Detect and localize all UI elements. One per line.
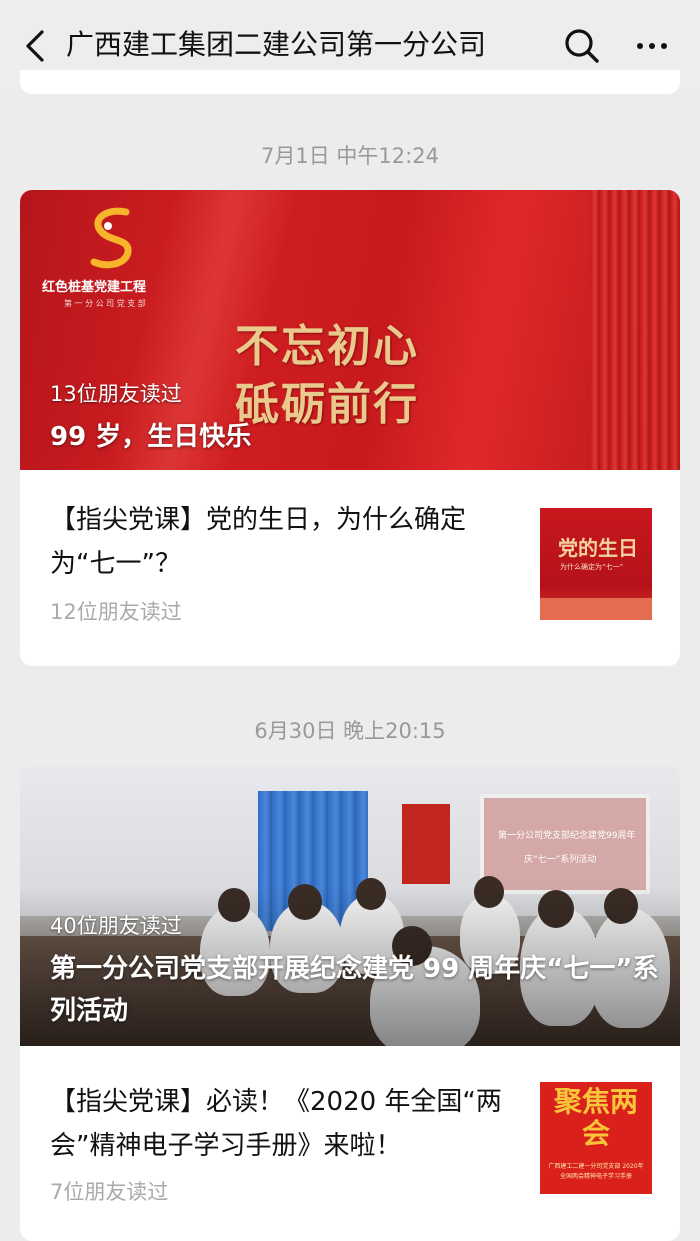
more-dot-2 <box>649 43 655 49</box>
thumbnail-subtext: 广西建工二建一分司党支部 2020年全国两会精神电子学习手册 <box>548 1163 644 1180</box>
sub-article[interactable]: 【指尖党课】必读！《2020 年全国“两会”精神电子学习手册》来啦！ 7位朋友读… <box>20 1046 680 1241</box>
main-article-title: 第一分公司党支部开展纪念建党 99 周年庆“七一”系列活动 <box>50 954 659 1026</box>
main-article[interactable]: 红色桩基党建工程 第 一 分 公 司 党 支 部 不忘初心 砥砺前行 13位朋友… <box>20 190 680 470</box>
previous-card-edge <box>20 70 680 94</box>
cover-logo-subtext: 第 一 分 公 司 党 支 部 <box>64 299 146 308</box>
thumbnail-text: 党的生日 <box>558 536 638 560</box>
more-button[interactable] <box>630 26 674 66</box>
message-timestamp: 6月30日 晚上20:15 <box>254 719 446 743</box>
back-button[interactable] <box>18 26 52 66</box>
cover-slogan-line-1: 不忘初心 <box>235 321 419 372</box>
page-title: 广西建工集团二建公司第一分公司 <box>66 28 487 61</box>
search-button[interactable] <box>562 26 602 66</box>
chevron-left-icon <box>26 30 44 62</box>
party-logo-icon <box>90 207 132 269</box>
cover-logo-text: 红色桩基党建工程 <box>42 280 147 295</box>
sub-article-thumbnail: 党的生日 为什么确定为“七一” <box>540 508 652 620</box>
message-timestamp: 7月1日 中午12:24 <box>261 144 439 168</box>
main-article-title: 99 岁，生日快乐 <box>50 422 252 452</box>
screen-text-2: 庆“七一”系列活动 <box>524 855 597 865</box>
thumbnail-band <box>540 598 652 620</box>
photo-projection-screen: 第一分公司党支部纪念建党99周年 庆“七一”系列活动 <box>480 794 650 894</box>
article-card: 第一分公司党支部纪念建党99周年 庆“七一”系列活动 40位朋友读过 第一分公司… <box>20 766 680 1241</box>
sub-article[interactable]: 【指尖党课】党的生日，为什么确定为“七一”？ 12位朋友读过 党的生日 为什么确… <box>20 470 680 665</box>
sub-article-title: 【指尖党课】必读！《2020 年全国“两会”精神电子学习手册》来啦！ <box>50 1087 502 1161</box>
main-article[interactable]: 第一分公司党支部纪念建党99周年 庆“七一”系列活动 40位朋友读过 第一分公司… <box>20 766 680 1046</box>
sub-article-title: 【指尖党课】党的生日，为什么确定为“七一”？ <box>50 505 467 579</box>
search-icon <box>565 29 599 63</box>
more-dots-icon <box>637 43 643 49</box>
party-emblem-icon <box>402 804 450 884</box>
more-dot-3 <box>661 43 667 49</box>
article-card: 红色桩基党建工程 第 一 分 公 司 党 支 部 不忘初心 砥砺前行 13位朋友… <box>20 190 680 666</box>
sub-article-thumbnail: 聚焦两会 广西建工二建一分司党支部 2020年全国两会精神电子学习手册 <box>540 1082 652 1194</box>
main-read-count: 40位朋友读过 <box>50 914 182 938</box>
thumbnail-text: 聚焦两会 <box>553 1085 638 1150</box>
sub-article-read-count: 12位朋友读过 <box>50 600 182 624</box>
thumbnail-subtext: 为什么确定为“七一” <box>560 563 624 571</box>
main-read-count: 13位朋友读过 <box>50 382 182 406</box>
sub-article-read-count: 7位朋友读过 <box>50 1180 169 1204</box>
screen-text-1: 第一分公司党支部纪念建党99周年 <box>498 831 636 841</box>
